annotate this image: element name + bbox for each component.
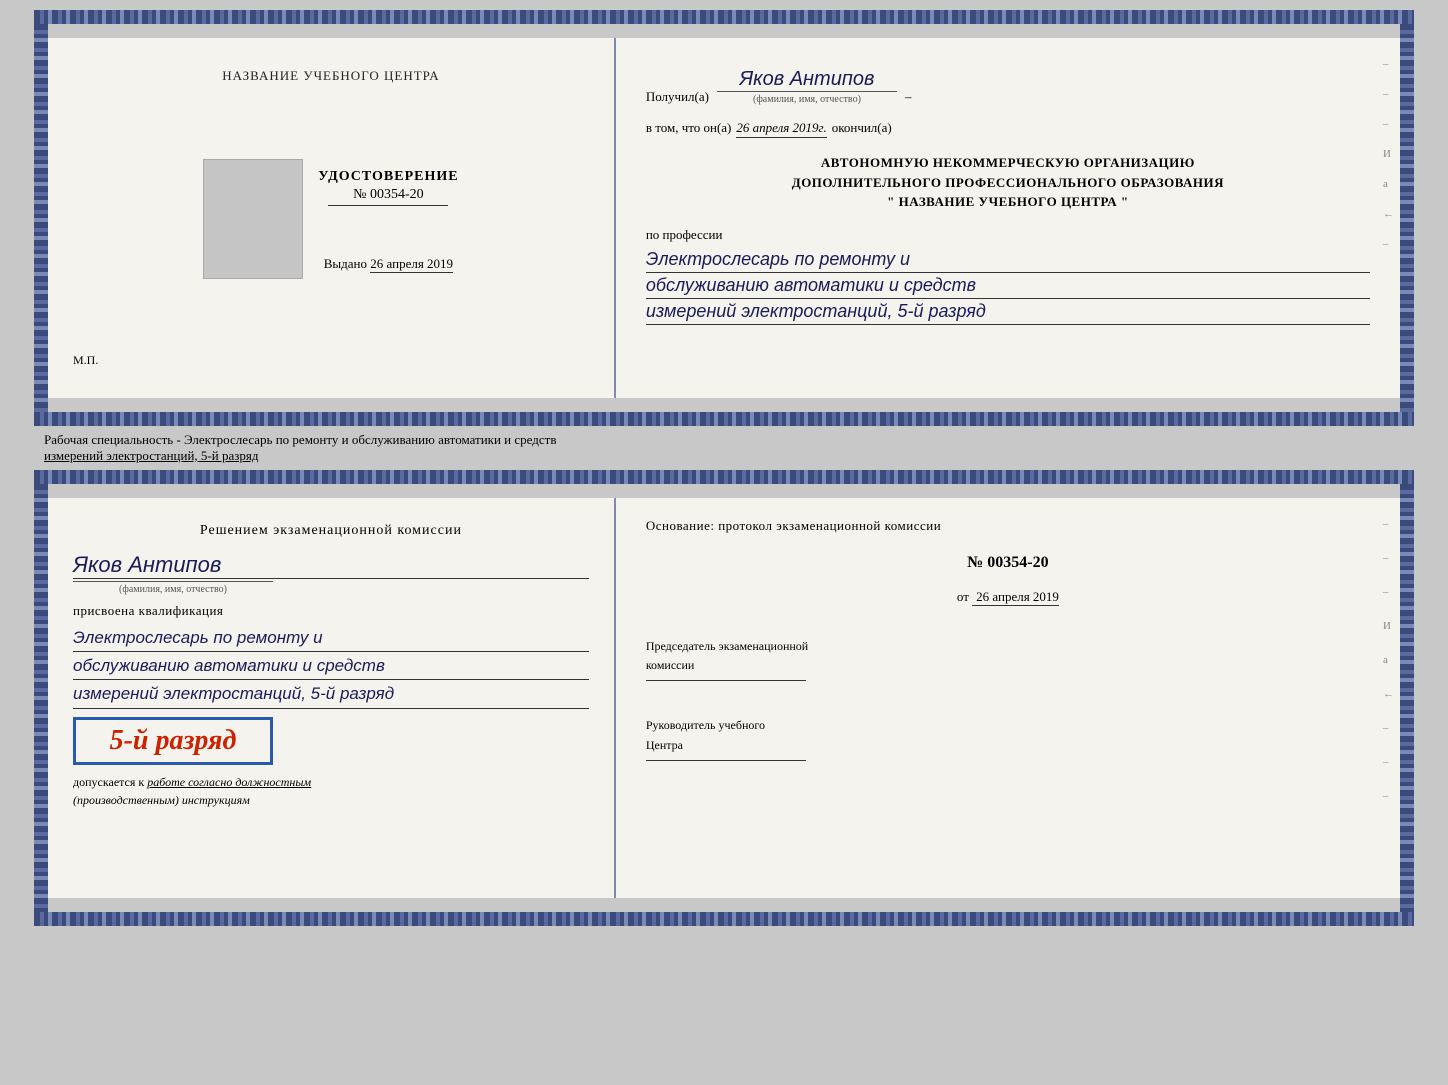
rukovoditel-label: Руководитель учебного: [646, 716, 1370, 735]
deco-b7: –: [1383, 722, 1394, 734]
deco-b6: ←: [1383, 688, 1394, 700]
osnovaniye-text: Основание: протокол экзаменационной коми…: [646, 518, 1370, 534]
v-tom-date: 26 апреля 2019г.: [736, 120, 826, 138]
deco-b2: –: [1383, 552, 1394, 564]
right-border-top: [1400, 24, 1414, 412]
profession-line2: обслуживанию автоматики и средств: [646, 273, 1370, 299]
vydano-label: Выдано: [324, 256, 367, 271]
ot-date: 26 апреля 2019: [972, 589, 1059, 606]
profession-line3: измерений электростанций, 5-й разряд: [646, 299, 1370, 325]
left-border-bottom: [34, 484, 48, 912]
top-certificate-wrapper: НАЗВАНИЕ УЧЕБНОГО ЦЕНТРА УДОСТОВЕРЕНИЕ №…: [34, 10, 1414, 426]
dopuskaetsya-italic: работе согласно должностным: [147, 775, 311, 789]
right-decorations-top: – – – И а ← –: [1383, 58, 1394, 250]
deco-b4: И: [1383, 620, 1394, 632]
protocol-date: от 26 апреля 2019: [646, 589, 1370, 605]
dopuskaetsya-prefix: допускается к: [73, 775, 144, 789]
photo-placeholder: [203, 159, 303, 279]
protocol-number: № 00354-20: [646, 554, 1370, 572]
po-professii-label: по профессии: [646, 227, 1370, 243]
v-tom-line: в том, что он(а) 26 апреля 2019г. окончи…: [646, 120, 1370, 138]
deco-2: –: [1383, 88, 1394, 100]
top-border: [34, 10, 1414, 24]
fio-label-top: (фамилия, имя, отчество): [717, 91, 897, 105]
rukovoditel-signature-line: [646, 760, 806, 761]
dopuskaetsya-italic2: (производственным) инструкциям: [73, 793, 250, 807]
dopuskaetsya-block: допускается к работе согласно должностны…: [73, 773, 589, 809]
udostoverenie-block: УДОСТОВЕРЕНИЕ № 00354-20 Выдано 26 апрел…: [318, 169, 458, 272]
recipient-line: Получил(а) Яков Антипов (фамилия, имя, о…: [646, 68, 1370, 105]
kvalif-line2: обслуживанию автоматики и средств: [73, 652, 589, 680]
okonchil-label: окончил(а): [832, 120, 892, 136]
komissia-label: комиссии: [646, 656, 1370, 675]
top-cert-left: НАЗВАНИЕ УЧЕБНОГО ЦЕНТРА УДОСТОВЕРЕНИЕ №…: [48, 38, 616, 398]
deco-b8: –: [1383, 756, 1394, 768]
deco-5: а: [1383, 178, 1394, 190]
kvalif-line1: Электрослесарь по ремонту и: [73, 624, 589, 652]
deco-6: ←: [1383, 208, 1394, 220]
middle-text-block: Рабочая специальность - Электрослесарь п…: [34, 426, 1414, 470]
bottom-border-bottom: [34, 912, 1414, 926]
right-decorations-bottom: – – – И а ← – – –: [1383, 518, 1394, 802]
kvalif-block: Электрослесарь по ремонту и обслуживанию…: [73, 624, 589, 709]
top-border-bottom: [34, 470, 1414, 484]
training-center-title: НАЗВАНИЕ УЧЕБНОГО ЦЕНТРА: [222, 68, 439, 84]
dash-sep: –: [905, 89, 912, 105]
org-line2: ДОПОЛНИТЕЛЬНОГО ПРОФЕССИОНАЛЬНОГО ОБРАЗО…: [646, 173, 1370, 193]
middle-text-line2: измерений электростанций, 5-й разряд: [44, 448, 1404, 464]
bottom-cert-left: Решением экзаменационной комиссии Яков А…: [48, 498, 616, 898]
top-cert-content: НАЗВАНИЕ УЧЕБНОГО ЦЕНТРА УДОСТОВЕРЕНИЕ №…: [48, 38, 1400, 398]
middle-text-line1: Рабочая специальность - Электрослесарь п…: [44, 432, 1404, 448]
org-line3: " НАЗВАНИЕ УЧЕБНОГО ЦЕНТРА ": [646, 192, 1370, 212]
tsentra-label: Центра: [646, 736, 1370, 755]
ot-label: от: [957, 589, 969, 604]
v-tom-prefix: в том, что он(а): [646, 120, 732, 136]
deco-b1: –: [1383, 518, 1394, 530]
rukovoditel-block: Руководитель учебного Центра: [646, 716, 1370, 763]
kvalif-line3: измерений электростанций, 5-й разряд: [73, 680, 589, 708]
fio-label-bottom: (фамилия, имя, отчество): [73, 581, 273, 595]
prisvoena-text: присвоена квалификация: [73, 603, 589, 619]
vydano-date: 26 апреля 2019: [370, 256, 453, 273]
deco-4: И: [1383, 148, 1394, 160]
deco-1: –: [1383, 58, 1394, 70]
predsedatel-label: Председатель экзаменационной: [646, 637, 1370, 656]
top-cert-right: – – – И а ← – Получил(а) Яков Антипов (ф…: [616, 38, 1400, 398]
komissia-title: Решением экзаменационной комиссии: [73, 523, 589, 539]
bottom-border-top: [34, 412, 1414, 426]
bottom-cert-content: Решением экзаменационной комиссии Яков А…: [48, 498, 1400, 898]
udostoverenie-label: УДОСТОВЕРЕНИЕ: [318, 169, 458, 185]
bottom-cert-right: – – – И а ← – – – Основание: протокол эк…: [616, 498, 1400, 898]
mp-label: М.П.: [73, 353, 98, 368]
predsedatel-signature-line: [646, 680, 806, 681]
deco-3: –: [1383, 118, 1394, 130]
vydano-block: Выдано 26 апреля 2019: [318, 256, 458, 272]
poluchil-label: Получил(а): [646, 89, 709, 105]
predsedatel-block: Председатель экзаменационной комиссии: [646, 637, 1370, 684]
deco-b5: а: [1383, 654, 1394, 666]
left-border: [34, 24, 48, 412]
deco-b3: –: [1383, 586, 1394, 598]
deco-b9: –: [1383, 790, 1394, 802]
profession-block: по профессии Электрослесарь по ремонту и…: [646, 227, 1370, 326]
org-block: АВТОНОМНУЮ НЕКОММЕРЧЕСКУЮ ОРГАНИЗАЦИЮ ДО…: [646, 153, 1370, 212]
certificate-number: № 00354-20: [328, 187, 448, 206]
deco-7: –: [1383, 238, 1394, 250]
profession-line1: Электрослесарь по ремонту и: [646, 247, 1370, 273]
right-border-bottom: [1400, 484, 1414, 912]
recipient-name: Яков Антипов: [740, 68, 875, 91]
bottom-certificate-wrapper: Решением экзаменационной комиссии Яков А…: [34, 470, 1414, 926]
razryad-text: 5-й разряд: [91, 725, 255, 757]
org-line1: АВТОНОМНУЮ НЕКОММЕРЧЕСКУЮ ОРГАНИЗАЦИЮ: [646, 153, 1370, 173]
razryad-box: 5-й разряд: [73, 717, 273, 765]
person-name-bottom: Яков Антипов: [73, 552, 589, 579]
